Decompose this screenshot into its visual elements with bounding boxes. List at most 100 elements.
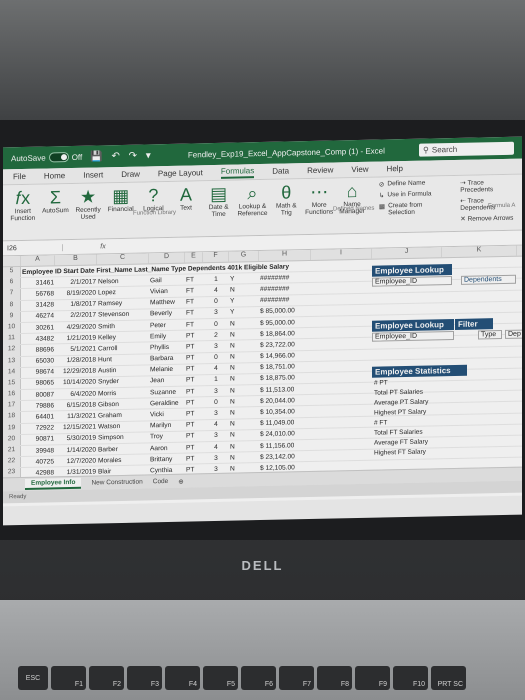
cell-type[interactable]: PT	[185, 332, 203, 339]
cell-last[interactable]: Geraldine	[149, 399, 185, 408]
cell-date[interactable]: 12/15/2021	[55, 424, 97, 432]
text-button[interactable]: A Text	[172, 184, 200, 234]
cell-date[interactable]: 12/29/2018	[55, 368, 97, 376]
tab-view[interactable]: View	[351, 165, 368, 174]
cell-dep[interactable]: 2	[203, 331, 229, 339]
cell-dep[interactable]: 3	[203, 454, 229, 462]
cell-date[interactable]: 6/15/2018	[55, 401, 97, 409]
cell-salary[interactable]: $ 11,049.00	[259, 419, 311, 428]
cell-first[interactable]: Nelson	[97, 277, 149, 285]
cell-k[interactable]: N	[229, 286, 259, 294]
cell-id[interactable]: 39948	[21, 447, 55, 455]
row-number[interactable]: 21	[3, 446, 21, 457]
name-box[interactable]: I26	[3, 243, 63, 252]
cell-salary[interactable]: ########	[259, 274, 311, 282]
tab-file[interactable]: File	[13, 172, 26, 181]
column-header-d[interactable]: D	[149, 252, 185, 264]
cell-type[interactable]: FT	[185, 287, 203, 294]
cell-last[interactable]: Suzanne	[149, 388, 185, 396]
row-number[interactable]: 11	[3, 334, 21, 345]
cell-date[interactable]: 1/28/2018	[55, 357, 97, 365]
insert-function-button[interactable]: 𝑓x Insert Function	[9, 188, 37, 238]
search-box[interactable]: ⚲ Search	[419, 141, 514, 157]
cell-id[interactable]: 46274	[21, 313, 55, 321]
row-number[interactable]: 22	[3, 457, 21, 468]
cell-type[interactable]: PT	[185, 399, 203, 406]
sheet-tab-employee-info[interactable]: Employee Info	[25, 477, 82, 490]
recently-used-button[interactable]: ★ Recently Used	[74, 186, 102, 236]
cell-k[interactable]: N	[229, 431, 259, 439]
dependents-header[interactable]: Dependents	[461, 274, 516, 285]
cell-last[interactable]: Troy	[149, 433, 185, 441]
cell-dep[interactable]: 1	[203, 376, 229, 384]
cell-dep[interactable]: 0	[203, 399, 229, 407]
cell-k[interactable]: Y	[229, 297, 259, 305]
row-number[interactable]: 16	[3, 390, 21, 401]
cell-k[interactable]: N	[229, 320, 259, 328]
quick-access-icons[interactable]: 💾 ↶ ↷ ▾	[90, 150, 154, 162]
cell-salary[interactable]: $ 18,875.00	[259, 374, 311, 383]
autosave-toggle[interactable]: AutoSave Off	[11, 152, 82, 163]
statistic-label[interactable]: Highest PT Salary	[374, 408, 428, 419]
tab-review[interactable]: Review	[307, 166, 333, 176]
cell-first[interactable]: Simpson	[97, 434, 149, 442]
cell-date[interactable]: 5/1/2021	[55, 345, 97, 353]
cell-date[interactable]: 11/3/2021	[55, 412, 97, 421]
cell-last[interactable]: Peter	[149, 321, 185, 329]
cell-date[interactable]: 4/29/2020	[55, 323, 97, 331]
cell-type[interactable]: PT	[185, 433, 203, 440]
cell-type[interactable]: PT	[185, 421, 203, 429]
tab-formulas[interactable]: Formulas	[220, 165, 255, 179]
column-header-g[interactable]: G	[229, 251, 259, 262]
cell-last[interactable]: Aaron	[149, 444, 185, 452]
tab-insert[interactable]: Insert	[83, 170, 103, 179]
row-number[interactable]: 15	[3, 378, 21, 390]
cell-dep[interactable]: 3	[203, 343, 229, 351]
column-header-a[interactable]: A	[21, 255, 55, 267]
column-header-c[interactable]: C	[97, 253, 149, 265]
sheet-tab-new-construction[interactable]: New Construction	[91, 479, 142, 487]
cell-first[interactable]: Watson	[97, 423, 149, 431]
cell-last[interactable]: Vicki	[149, 411, 185, 419]
cell-last[interactable]: Gail	[149, 276, 185, 284]
tab-page-layout[interactable]: Page Layout	[158, 168, 203, 178]
column-header-k[interactable]: K	[442, 245, 517, 258]
cell-k[interactable]: N	[229, 420, 259, 428]
cell-type[interactable]: PT	[185, 455, 203, 462]
tab-home[interactable]: Home	[44, 171, 65, 180]
cell-k[interactable]: N	[229, 342, 259, 350]
cell-id[interactable]: 30261	[21, 324, 55, 332]
financial-button[interactable]: ▦ Financial	[107, 186, 135, 236]
cell-dep[interactable]: 3	[203, 309, 229, 317]
cell-last[interactable]: Barbara	[149, 355, 185, 363]
row-number[interactable]: 8	[3, 300, 21, 312]
create-from-selection-button[interactable]: ▦ Create from Selection	[379, 201, 445, 217]
cell-dep[interactable]: 1	[203, 275, 229, 283]
cell-type[interactable]: PT	[185, 388, 203, 395]
cell-type[interactable]: FT	[185, 321, 203, 328]
cell-salary[interactable]: ########	[259, 285, 311, 293]
cell-salary[interactable]: $ 95,000.00	[259, 319, 311, 327]
cell-salary[interactable]: $ 14,966.00	[259, 352, 311, 360]
statistic-label[interactable]: Highest FT Salary	[374, 448, 428, 459]
cell-first[interactable]: Morales	[97, 456, 149, 464]
cell-first[interactable]: Barber	[97, 445, 149, 453]
cell-type[interactable]: PT	[185, 444, 203, 451]
cell-id[interactable]: 56768	[21, 290, 55, 298]
cell-last[interactable]: Marilyn	[149, 422, 185, 430]
cell-id[interactable]: 64401	[21, 413, 55, 421]
trace-precedents-button[interactable]: ⇢ Trace Precedents	[460, 178, 516, 193]
row-number[interactable]: 12	[3, 345, 21, 356]
cell-id[interactable]: 98674	[21, 369, 55, 377]
employee-lookup-id[interactable]: Employee_ID	[372, 276, 452, 287]
cell-id[interactable]: 65030	[21, 357, 55, 365]
cell-k[interactable]: N	[229, 387, 259, 395]
cell-first[interactable]: Lopez	[97, 288, 149, 296]
cell-date[interactable]: 1/14/2020	[55, 446, 97, 454]
cell-first[interactable]: Graham	[97, 411, 149, 419]
cell-k[interactable]: Y	[229, 275, 259, 283]
cell-dep[interactable]: 4	[203, 443, 229, 451]
cell-k[interactable]: Y	[229, 308, 259, 316]
select-all-corner[interactable]	[3, 256, 21, 267]
cell-first[interactable]: Snyder	[97, 378, 149, 386]
